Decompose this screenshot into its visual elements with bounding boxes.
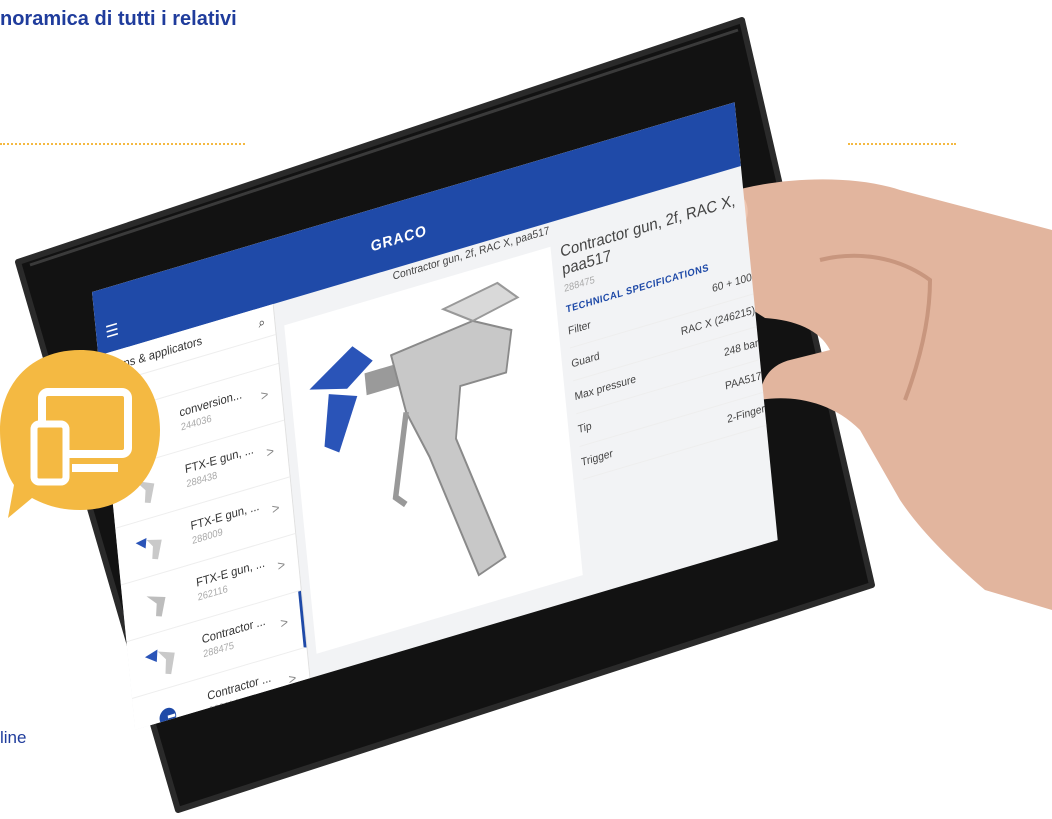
spec-value: 2-Finger (726, 402, 766, 426)
chevron-right-icon: > (265, 442, 275, 461)
spec-value: PAA517 (724, 369, 763, 393)
chevron-right-icon: > (279, 613, 289, 632)
graco-logo: GRACO (370, 222, 428, 256)
spec-label: Guard (570, 350, 601, 371)
chevron-right-icon: > (276, 555, 286, 574)
spray-gun-image (309, 281, 520, 577)
product-thumbnail (146, 596, 166, 617)
spec-label: Filter (567, 319, 592, 338)
search-icon[interactable]: ⌕ (258, 314, 266, 332)
spec-value: 60 + 100 (711, 271, 753, 296)
devices-icon (0, 350, 160, 518)
chevron-right-icon: > (259, 385, 270, 404)
product-details: Contractor gun, 2f, RAC X, paa517 288475… (560, 190, 767, 480)
product-thumbnail (135, 538, 162, 560)
product-image-panel (284, 246, 583, 654)
spec-label: Tip (577, 420, 593, 437)
product-thumbnail (144, 649, 175, 675)
spec-label: Trigger (580, 447, 614, 469)
spec-value: 248 bar (723, 337, 759, 360)
chevron-right-icon: > (271, 499, 281, 518)
